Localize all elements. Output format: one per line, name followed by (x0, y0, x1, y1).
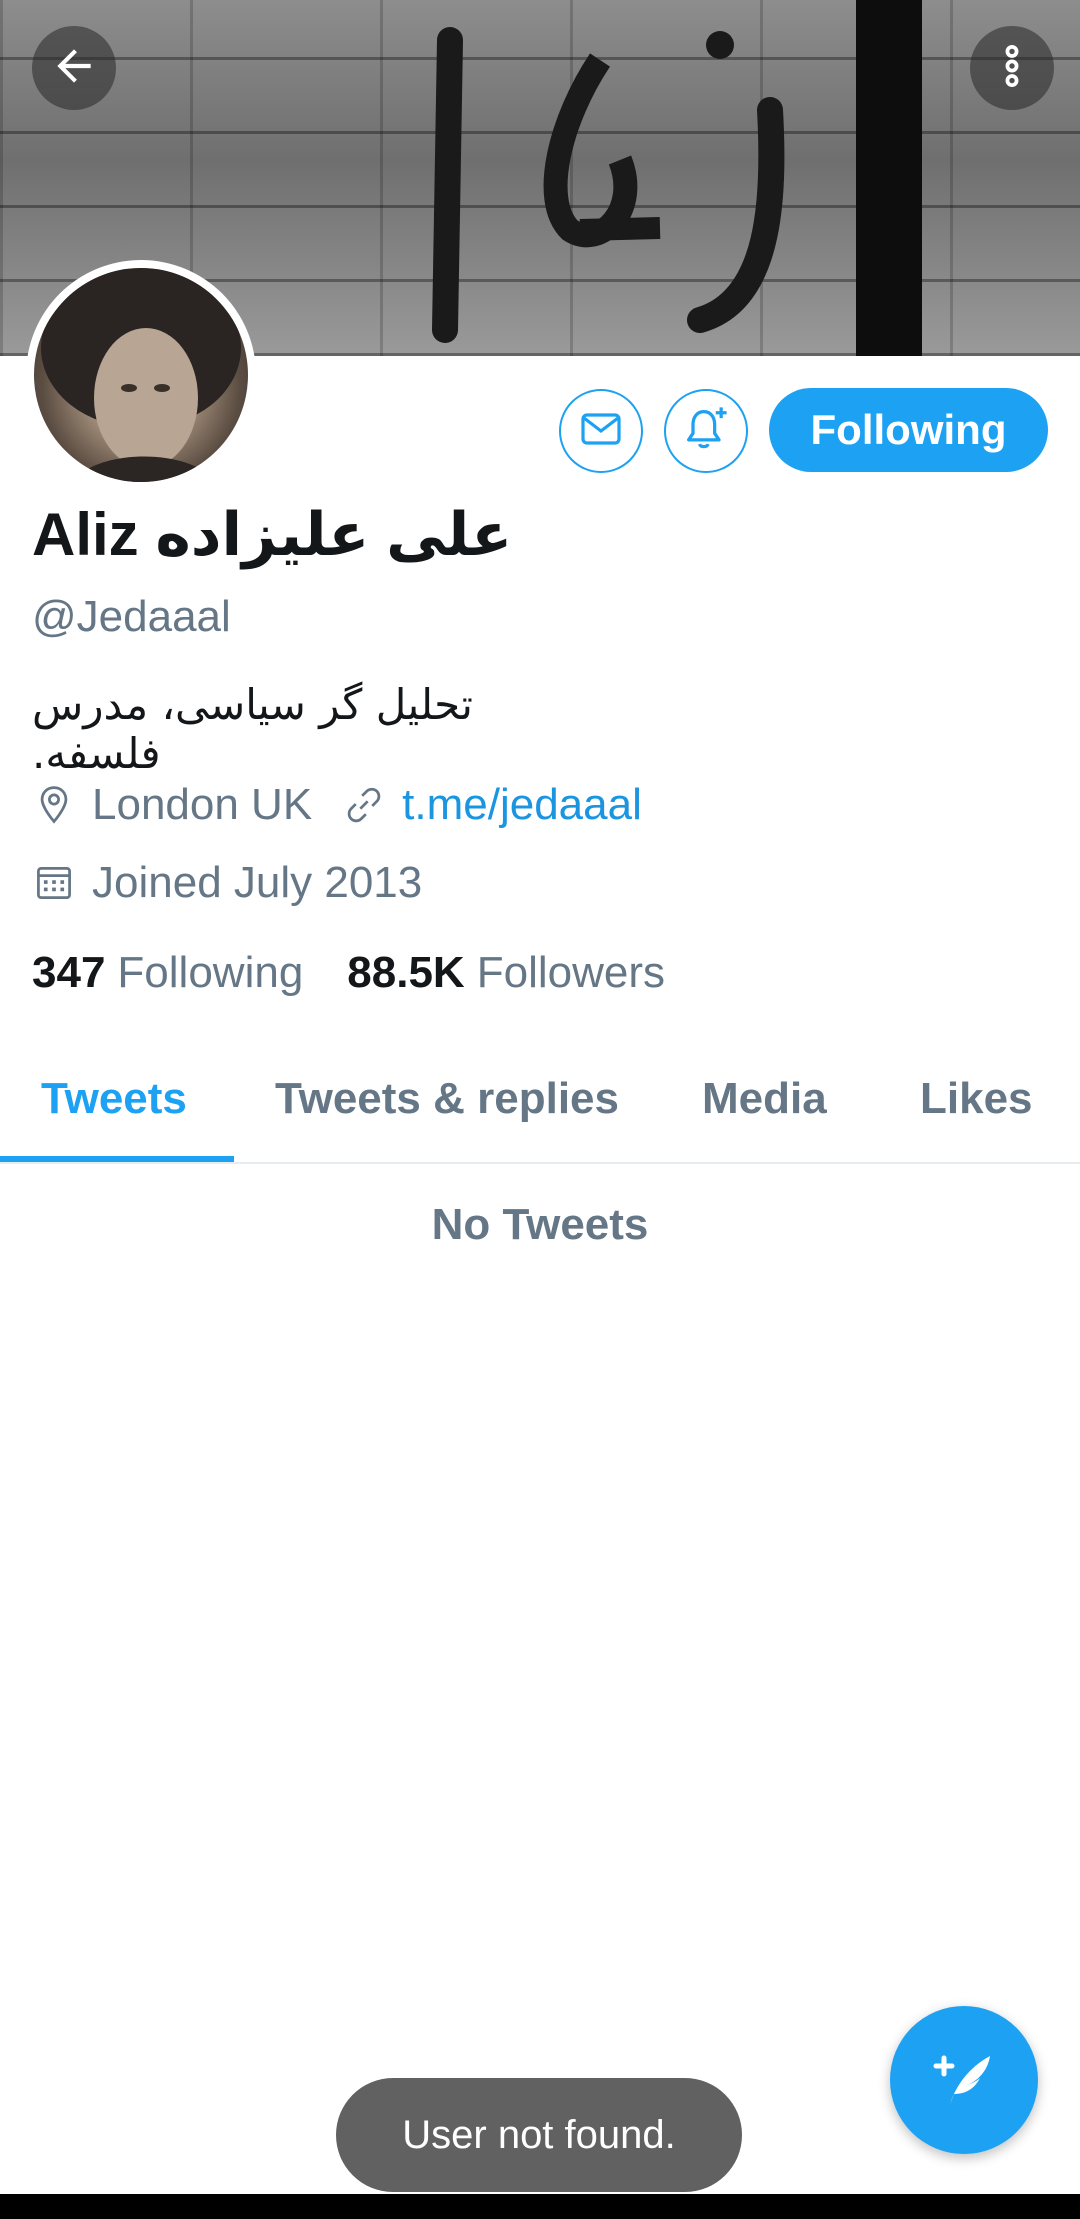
avatar-image (34, 268, 248, 482)
following-button[interactable]: Following (769, 388, 1048, 472)
website-link[interactable]: t.me/jedaaal (402, 780, 642, 830)
more-vertical-icon (987, 41, 1037, 96)
following-count-link[interactable]: 347 Following (32, 948, 303, 998)
back-button[interactable] (32, 26, 116, 110)
active-tab-indicator (0, 1156, 234, 1162)
bell-plus-icon (680, 403, 732, 460)
tab-tweets-replies[interactable]: Tweets & replies (275, 1074, 619, 1124)
profile-meta-location-website: London UK t.me/jedaaal (32, 780, 642, 830)
link-icon (342, 783, 386, 827)
location-text: London UK (92, 780, 313, 829)
tab-tweets[interactable]: Tweets (41, 1074, 187, 1124)
mail-icon (577, 405, 625, 458)
arrow-left-icon (49, 41, 99, 96)
toast-message: User not found. (336, 2078, 742, 2192)
notifications-button[interactable] (664, 389, 748, 473)
following-label: Following (117, 948, 304, 997)
banner-post (856, 0, 922, 356)
profile-tabs: Tweets Tweets & replies Media Likes (0, 1050, 1080, 1164)
user-handle: @Jedaaal (32, 592, 231, 641)
display-name: Aliz علی علیزاده (32, 501, 513, 568)
followers-label: Followers (476, 948, 665, 997)
avatar[interactable] (26, 260, 256, 490)
system-nav-bar (0, 2194, 1080, 2219)
tab-media[interactable]: Media (702, 1074, 827, 1124)
more-options-button[interactable] (970, 26, 1054, 110)
joined-date: Joined July 2013 (92, 858, 423, 907)
compose-tweet-button[interactable] (890, 2006, 1038, 2154)
location-pin-icon (32, 783, 76, 827)
profile-meta-joined: Joined July 2013 (32, 858, 422, 908)
followers-count: 88.5K (347, 948, 465, 997)
tab-likes[interactable]: Likes (920, 1074, 1033, 1124)
follow-counts: 347 Following 88.5K Followers (32, 948, 665, 998)
empty-state-message: No Tweets (431, 1200, 649, 1249)
following-count: 347 (32, 948, 106, 997)
compose-tweet-icon (924, 2038, 1004, 2123)
followers-count-link[interactable]: 88.5K Followers (347, 948, 665, 998)
message-button[interactable] (559, 389, 643, 473)
bio: تحلیل گر سیاسی، مدرس فلسفه. (32, 680, 473, 778)
calendar-icon (32, 861, 76, 905)
